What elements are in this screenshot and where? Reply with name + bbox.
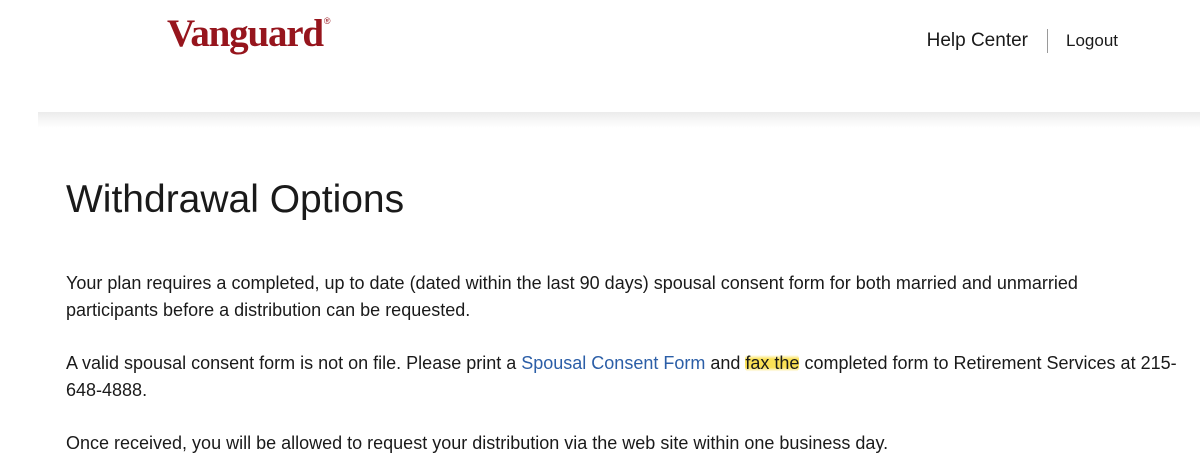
highlighted-text: fax the: [745, 353, 800, 373]
help-center-link[interactable]: Help Center: [927, 30, 1028, 52]
distribution-availability-text: Once received, you will be allowed to re…: [66, 433, 889, 453]
spousal-consent-requirement-text: Your plan requires a completed, up to da…: [66, 273, 1078, 320]
registered-mark: ®: [323, 16, 331, 26]
consent-form-instructions: A valid spousal consent form is not on f…: [66, 350, 1200, 404]
page-title: Withdrawal Options: [66, 178, 405, 221]
nav-separator: [1047, 29, 1048, 53]
spousal-consent-form-link[interactable]: Spousal Consent Form: [521, 353, 705, 373]
instructions-text-start: A valid spousal consent form is not on f…: [66, 353, 522, 373]
logout-link[interactable]: Logout: [1066, 31, 1118, 51]
header-divider: [38, 112, 1200, 128]
main-content: Withdrawal Options Your plan requires a …: [66, 176, 1200, 457]
vanguard-logo[interactable]: Vanguard®: [167, 12, 331, 55]
logo-text: Vanguard: [167, 12, 324, 55]
site-header: Vanguard® Help Center Logout: [0, 0, 1200, 112]
header-nav: Help Center Logout: [927, 29, 1118, 53]
instructions-text-and: and: [705, 353, 746, 373]
